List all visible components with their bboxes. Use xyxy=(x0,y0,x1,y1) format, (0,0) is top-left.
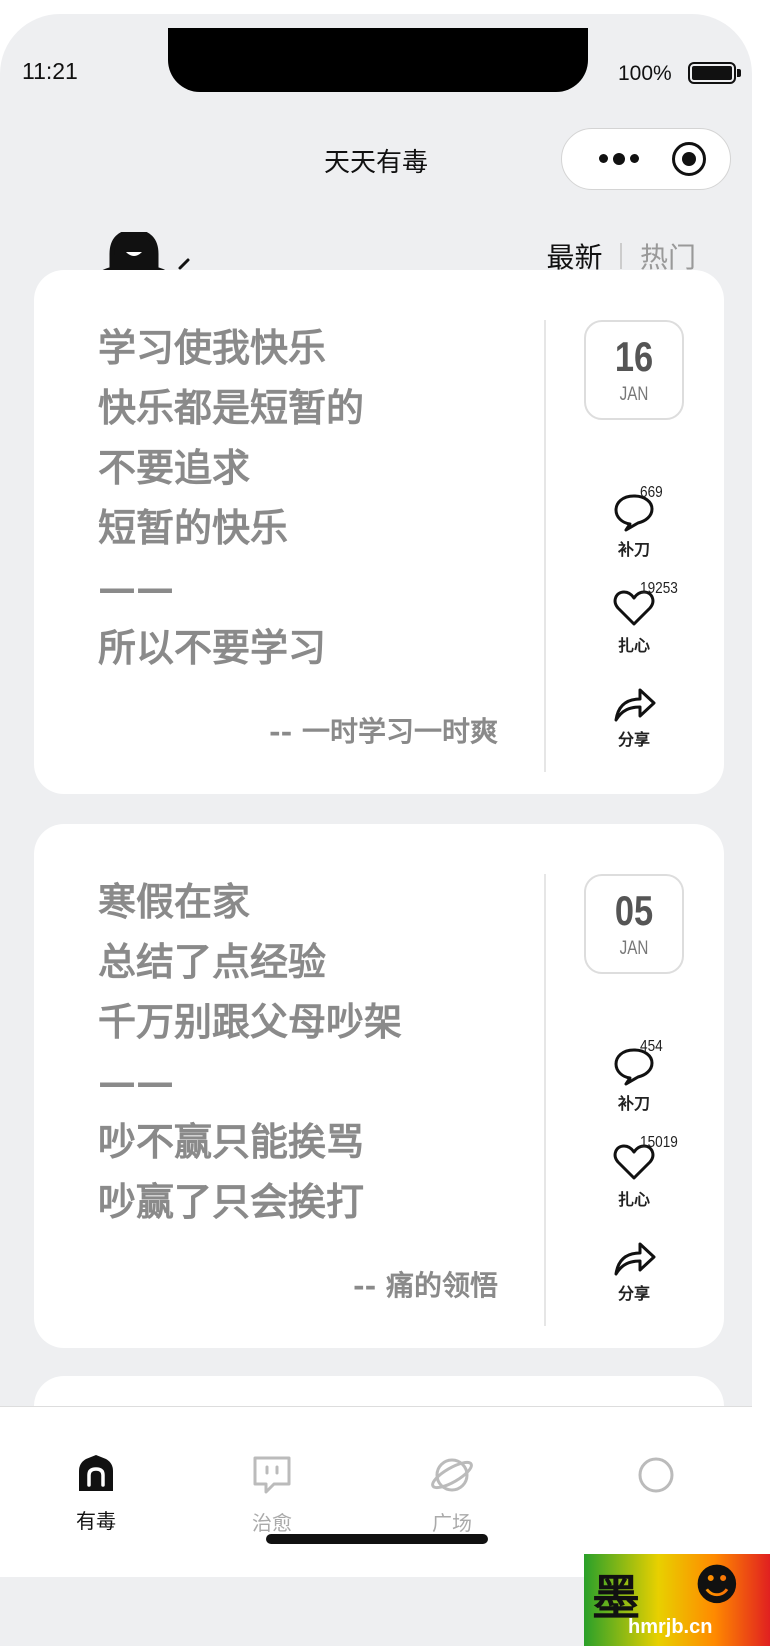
close-target-icon[interactable] xyxy=(672,142,706,176)
comment-button[interactable]: 454 补刀 xyxy=(594,1038,674,1114)
share-label: 分享 xyxy=(617,730,650,749)
search-icon xyxy=(638,1457,674,1493)
like-count: 19253 xyxy=(640,580,678,597)
share-button[interactable]: 分享 xyxy=(594,686,674,750)
tab-bar: 有毒 治愈 广场 xyxy=(0,1406,752,1577)
post-card[interactable]: 学习使我快乐 快乐都是短暂的 不要追求 短暂的快乐 —— 所以不要学习 -- 一… xyxy=(34,270,724,794)
card-divider xyxy=(544,320,546,772)
tab-search[interactable] xyxy=(596,1455,716,1499)
like-count: 15019 xyxy=(640,1134,678,1151)
date-day: 16 xyxy=(614,333,654,380)
home-indicator xyxy=(266,1534,488,1544)
tab-heal[interactable]: 治愈 xyxy=(212,1455,332,1536)
battery-percent: 100% xyxy=(618,62,672,85)
like-label: 扎心 xyxy=(617,636,650,655)
tab-square[interactable]: 广场 xyxy=(392,1455,512,1536)
watermark-url: hmrjb.cn xyxy=(628,1616,713,1638)
mask-icon: ☻ xyxy=(694,1560,740,1611)
comment-label: 补刀 xyxy=(617,1094,650,1113)
share-button[interactable]: 分享 xyxy=(594,1240,674,1304)
planet-icon xyxy=(431,1458,473,1492)
like-button[interactable]: 15019 扎心 xyxy=(594,1134,678,1210)
date-day: 05 xyxy=(614,887,654,934)
date-badge: 16 JAN xyxy=(584,320,684,420)
mini-program-capsule xyxy=(561,128,731,190)
status-time: 11:21 xyxy=(22,58,78,84)
tab-label: 广场 xyxy=(432,1511,472,1535)
share-icon xyxy=(614,688,656,722)
tab-label: 有毒 xyxy=(76,1509,116,1533)
home-icon xyxy=(79,1455,113,1491)
tab-label: 治愈 xyxy=(252,1511,292,1535)
battery-icon xyxy=(688,62,741,84)
card-divider xyxy=(544,874,546,1326)
comment-count: 454 xyxy=(640,1038,663,1055)
watermark-logo: 墨 ☻ hmrjb.cn xyxy=(584,1554,770,1646)
tab-poison[interactable]: 有毒 xyxy=(36,1455,156,1534)
date-month: JAN xyxy=(619,938,649,959)
like-label: 扎心 xyxy=(617,1190,650,1209)
date-month: JAN xyxy=(619,384,649,405)
post-quote: 学习使我快乐 快乐都是短暂的 不要追求 短暂的快乐 —— 所以不要学习 xyxy=(98,325,365,670)
post-card[interactable]: 寒假在家 总结了点经验 千万别跟父母吵架 —— 吵不赢只能挨骂 吵赢了只会挨打 … xyxy=(34,824,724,1348)
comment-count: 669 xyxy=(640,484,663,501)
comment-button[interactable]: 669 补刀 xyxy=(594,484,674,560)
share-label: 分享 xyxy=(617,1284,650,1303)
phone-screen: 11:21 100% 天天有毒 最新 热门 学习使我快乐 快乐都是短暂的 不要追… xyxy=(0,14,752,1646)
comment-label: 补刀 xyxy=(617,540,650,559)
more-icon[interactable] xyxy=(584,129,654,188)
post-author: -- 痛的领悟 xyxy=(353,1269,498,1302)
sort-divider xyxy=(620,243,622,269)
post-author: -- 一时学习一时爽 xyxy=(269,715,498,748)
share-icon xyxy=(614,1242,656,1276)
post-quote: 寒假在家 总结了点经验 千万别跟父母吵架 —— 吵不赢只能挨骂 吵赢了只会挨打 xyxy=(98,879,403,1224)
notch xyxy=(168,28,588,92)
chat-bubble-icon xyxy=(253,1456,291,1494)
like-button[interactable]: 19253 扎心 xyxy=(594,580,678,656)
date-badge: 05 JAN xyxy=(584,874,684,974)
